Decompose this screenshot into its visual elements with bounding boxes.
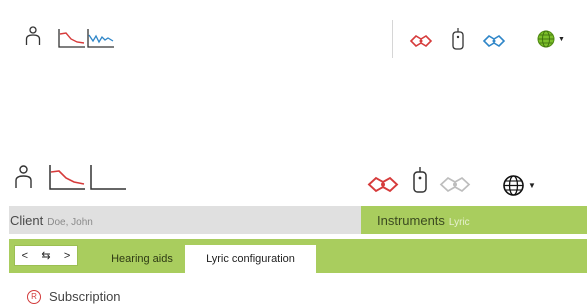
client-label: Client: [10, 213, 44, 228]
hearing-aid-right-icon[interactable]: [482, 34, 506, 48]
instruments-name: Lyric: [448, 217, 470, 228]
remote-control-icon[interactable]: [452, 28, 464, 50]
hearing-aid-left-icon[interactable]: [409, 34, 433, 48]
navigation-controls: < ⇆ >: [14, 245, 78, 266]
back-button[interactable]: <: [22, 250, 28, 262]
client-bar[interactable]: Client Doe, John: [9, 206, 361, 234]
forward-button[interactable]: >: [64, 250, 70, 262]
swap-button[interactable]: ⇆: [41, 249, 50, 262]
subscription-link[interactable]: R Subscription: [27, 289, 121, 304]
instruments-label: Instruments: [377, 213, 445, 228]
globe-icon[interactable]: ▼: [537, 30, 565, 48]
audiogram-red-icon[interactable]: [49, 165, 85, 190]
chevron-down-icon: ▼: [528, 181, 536, 190]
person-icon[interactable]: [14, 165, 33, 189]
instruments-bar[interactable]: Instruments Lyric: [361, 206, 587, 234]
chevron-down-icon: ▼: [558, 35, 565, 43]
audiogram-red-icon[interactable]: [58, 29, 85, 48]
globe-icon[interactable]: ▼: [503, 175, 536, 196]
audiogram-blue-icon[interactable]: [87, 29, 114, 48]
remote-control-icon[interactable]: [413, 167, 427, 193]
client-name: Doe, John: [47, 217, 93, 228]
hearing-aid-left-icon[interactable]: [367, 176, 399, 193]
toolbar-divider: [392, 20, 393, 58]
subscription-label: Subscription: [49, 289, 121, 304]
tab-lyric-configuration[interactable]: Lyric configuration: [185, 245, 316, 273]
registered-icon: R: [27, 289, 41, 304]
audiogram-empty-icon[interactable]: [90, 165, 126, 190]
hearing-aid-right-disabled-icon: [439, 176, 471, 193]
tab-hearing-aids[interactable]: Hearing aids: [93, 245, 191, 273]
person-icon[interactable]: [25, 26, 41, 46]
